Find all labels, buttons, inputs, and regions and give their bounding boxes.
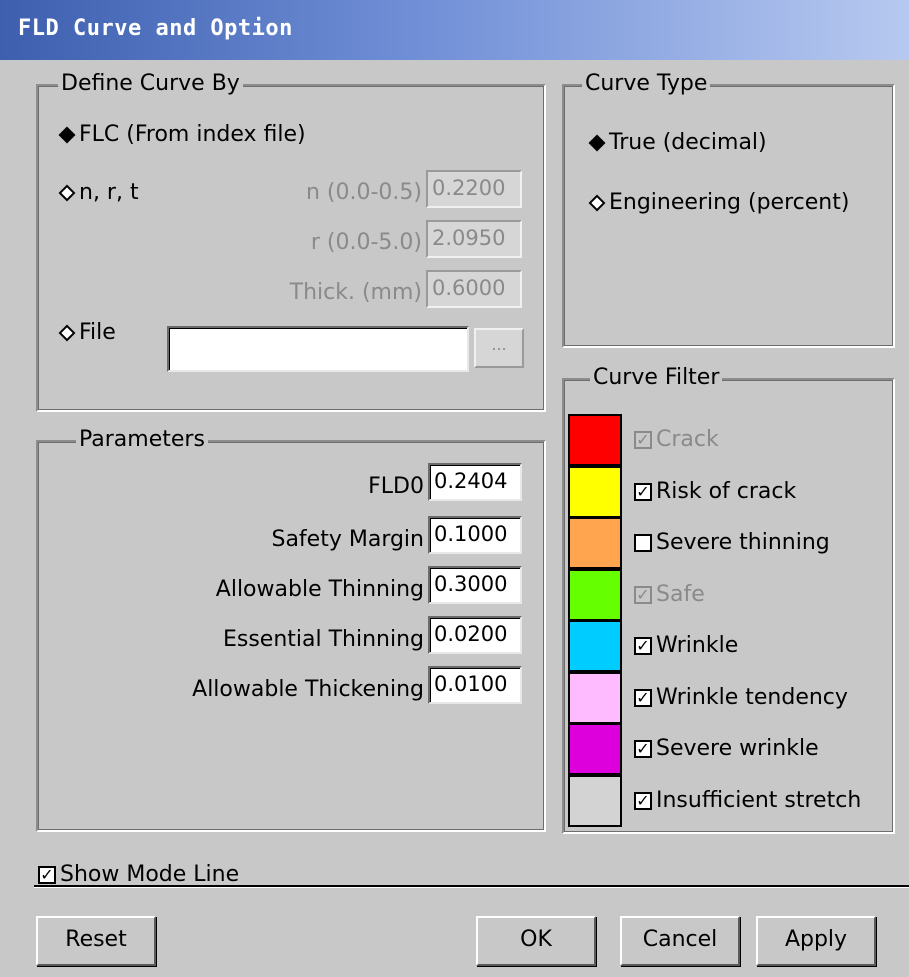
radio-true-label: True (decimal) bbox=[609, 130, 767, 155]
fld0-label: FLD0 bbox=[368, 474, 424, 499]
filter-color-swatch bbox=[568, 517, 622, 569]
radio-file[interactable]: File bbox=[58, 320, 116, 346]
define-curve-legend: Define Curve By bbox=[58, 72, 243, 96]
filter-label: Severe wrinkle bbox=[656, 736, 819, 761]
essential-thinning-field[interactable]: 0.0200 bbox=[428, 616, 522, 654]
safety-margin-field[interactable]: 0.1000 bbox=[428, 516, 522, 554]
checkbox-checked-icon: ✓ bbox=[634, 791, 652, 810]
filter-color-swatch bbox=[568, 465, 622, 518]
filter-color-swatch bbox=[568, 723, 622, 775]
n-field[interactable]: 0.2200 bbox=[426, 170, 522, 208]
fld0-field[interactable]: 0.2404 bbox=[428, 463, 522, 501]
filter-checkbox-risk-of-crack[interactable]: ✓ Risk of crack bbox=[634, 479, 796, 505]
ok-button[interactable]: OK bbox=[476, 916, 596, 966]
essential-thinning-label: Essential Thinning bbox=[222, 627, 424, 652]
safety-margin-label: Safety Margin bbox=[271, 527, 424, 552]
thick-field[interactable]: 0.6000 bbox=[426, 270, 522, 308]
allowable-thickening-label: Allowable Thickening bbox=[192, 677, 424, 702]
checkbox-checked-icon: ✓ bbox=[634, 431, 652, 449]
radio-selected-icon bbox=[58, 126, 76, 144]
r-label: r (0.0-5.0) bbox=[310, 230, 422, 255]
r-field[interactable]: 2.0950 bbox=[426, 220, 522, 258]
filter-checkbox-severe-thinning[interactable]: Severe thinning bbox=[634, 530, 830, 556]
checkbox-checked-icon: ✓ bbox=[634, 740, 652, 758]
radio-selected-icon bbox=[588, 134, 606, 152]
filter-label: Wrinkle tendency bbox=[656, 684, 848, 710]
filter-label: Crack bbox=[656, 427, 719, 452]
apply-button[interactable]: Apply bbox=[756, 916, 876, 966]
filter-checkbox-wrinkle-tendency[interactable]: ✓ Wrinkle tendency bbox=[634, 685, 848, 711]
radio-unselected-icon bbox=[58, 324, 76, 342]
filter-label: Risk of crack bbox=[656, 478, 797, 504]
curve-type-group bbox=[562, 84, 895, 348]
radio-nrt[interactable]: n, r, t bbox=[58, 180, 139, 206]
filter-checkbox-safe: ✓ Safe bbox=[634, 582, 705, 608]
checkbox-checked-icon: ✓ bbox=[634, 585, 652, 604]
radio-flc-label: FLC (From index file) bbox=[79, 122, 306, 147]
checkbox-checked-icon: ✓ bbox=[38, 866, 56, 884]
filter-checkbox-severe-wrinkle[interactable]: ✓ Severe wrinkle bbox=[634, 736, 819, 762]
filter-color-swatch bbox=[568, 774, 622, 827]
filter-label: Safe bbox=[656, 581, 705, 607]
radio-file-label: File bbox=[79, 320, 116, 345]
checkbox-checked-icon: ✓ bbox=[634, 688, 652, 707]
radio-nrt-label: n, r, t bbox=[79, 180, 139, 205]
radio-flc[interactable]: FLC (From index file) bbox=[58, 122, 306, 148]
filter-color-swatch bbox=[568, 620, 622, 672]
checkbox-unchecked-icon bbox=[634, 534, 652, 552]
curve-type-legend: Curve Type bbox=[582, 72, 711, 96]
allowable-thickening-field[interactable]: 0.0100 bbox=[428, 666, 522, 704]
filter-label: Severe thinning bbox=[656, 530, 830, 555]
thick-label: Thick. (mm) bbox=[289, 280, 422, 305]
filter-checkbox-wrinkle[interactable]: ✓ Wrinkle bbox=[634, 633, 738, 659]
filter-label: Wrinkle bbox=[656, 633, 739, 658]
allowable-thinning-field[interactable]: 0.3000 bbox=[428, 566, 522, 604]
checkbox-checked-icon: ✓ bbox=[634, 482, 652, 501]
radio-true[interactable]: True (decimal) bbox=[588, 130, 767, 156]
filter-label: Insufficient stretch bbox=[656, 787, 862, 813]
parameters-legend: Parameters bbox=[76, 428, 208, 452]
radio-engineering[interactable]: Engineering (percent) bbox=[588, 190, 849, 216]
checkbox-checked-icon: ✓ bbox=[634, 637, 652, 655]
radio-unselected-icon bbox=[588, 194, 606, 212]
allowable-thinning-label: Allowable Thinning bbox=[215, 577, 424, 602]
filter-checkbox-crack: ✓ Crack bbox=[634, 427, 719, 453]
cancel-button[interactable]: Cancel bbox=[620, 916, 740, 966]
radio-engineering-label: Engineering (percent) bbox=[609, 190, 850, 215]
window-title: FLD Curve and Option bbox=[18, 16, 293, 41]
filter-color-swatch bbox=[568, 671, 622, 724]
title-bar: FLD Curve and Option bbox=[0, 0, 909, 60]
filter-checkbox-insufficient-stretch[interactable]: ✓ Insufficient stretch bbox=[634, 788, 861, 814]
filter-color-swatch bbox=[568, 414, 622, 466]
radio-unselected-icon bbox=[58, 184, 76, 202]
n-label: n (0.0-0.5) bbox=[305, 180, 422, 205]
file-path-field[interactable] bbox=[167, 326, 469, 372]
browse-button[interactable]: ... bbox=[474, 328, 524, 368]
separator-highlight bbox=[34, 887, 909, 888]
reset-button[interactable]: Reset bbox=[36, 916, 156, 966]
filter-color-swatch bbox=[568, 568, 622, 621]
curve-filter-legend: Curve Filter bbox=[590, 366, 723, 390]
